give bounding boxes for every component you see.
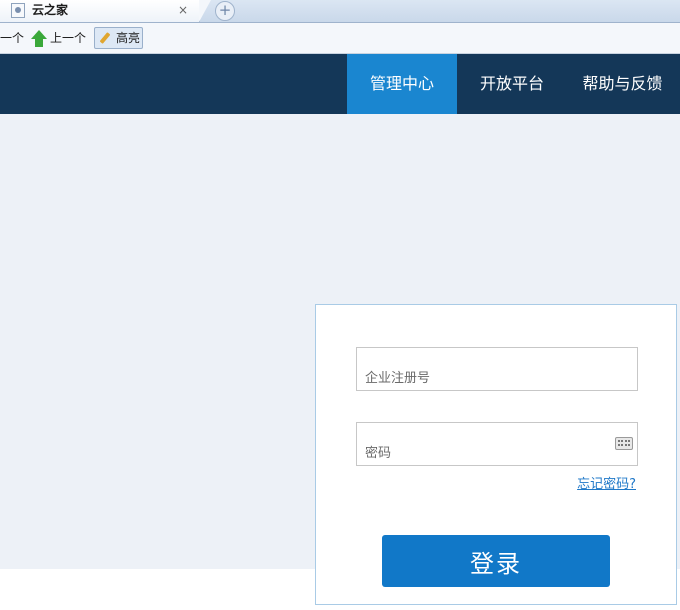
- nav-help-feedback[interactable]: 帮助与反馈: [575, 54, 670, 114]
- password-field: [356, 422, 638, 466]
- browser-tab[interactable]: 云之家 ×: [0, 0, 211, 22]
- find-previous-label: 上一个: [50, 31, 87, 45]
- add-tab-icon[interactable]: +: [215, 1, 235, 21]
- page-icon: [11, 3, 25, 18]
- password-input[interactable]: [357, 423, 637, 465]
- pencil-icon: [99, 32, 111, 44]
- site-header: 管理中心 开放平台 帮助与反馈: [0, 54, 680, 114]
- close-icon[interactable]: ×: [178, 3, 188, 18]
- find-toolbar: 一个 上一个 高亮: [0, 23, 680, 54]
- login-panel: 忘记密码? 登录: [315, 304, 677, 605]
- screen: 云之家 × + 一个 上一个 高亮 管理中心 开放平台 帮助与反馈 忘记密码: [0, 0, 680, 610]
- login-button[interactable]: 登录: [382, 535, 610, 587]
- browser-tab-strip: 云之家 × +: [0, 0, 680, 23]
- tab-title: 云之家: [32, 3, 69, 17]
- nav-open-platform[interactable]: 开放平台: [467, 54, 557, 114]
- nav-management-center[interactable]: 管理中心: [347, 54, 457, 114]
- company-id-field: [356, 347, 638, 391]
- highlight-label: 高亮: [116, 31, 141, 45]
- forgot-password-link[interactable]: 忘记密码?: [577, 473, 636, 492]
- find-next-button[interactable]: 一个: [0, 31, 24, 46]
- highlight-button[interactable]: 高亮: [94, 27, 143, 49]
- keyboard-icon[interactable]: [615, 437, 633, 450]
- company-id-input[interactable]: [357, 348, 637, 390]
- up-arrow-icon: [31, 30, 47, 47]
